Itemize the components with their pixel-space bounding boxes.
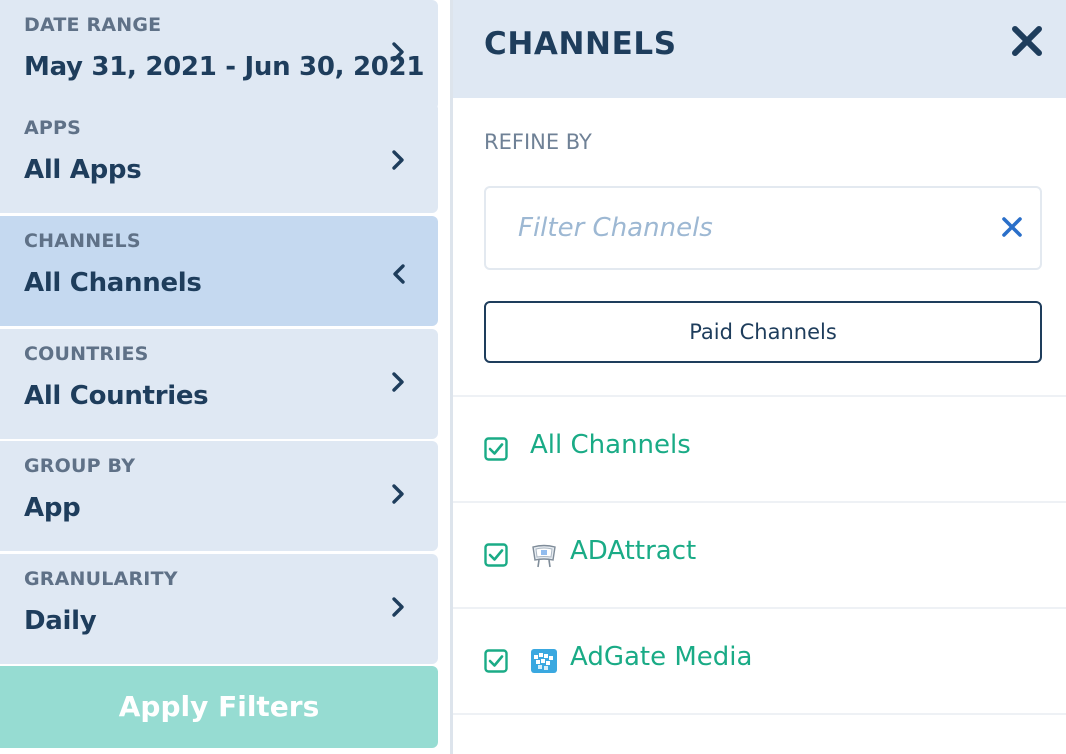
list-divider [453,713,1066,715]
chevron-right-icon [389,40,409,64]
filter-date-range[interactable]: DATE RANGE May 31, 2021 - Jun 30, 2021 [0,0,438,110]
channel-item-adattract[interactable]: ADAttract [453,503,1066,607]
channel-item-all-channels[interactable]: All Channels [453,397,1066,501]
filter-countries[interactable]: COUNTRIES All Countries [0,329,438,439]
checkbox-checked-icon[interactable] [484,649,508,673]
filter-value: All Apps [24,155,142,185]
channel-label: ADAttract [570,536,697,566]
chevron-right-icon [389,482,409,506]
filter-value: All Countries [24,381,209,411]
channel-label: All Channels [530,430,691,460]
filters-screen: DATE RANGE May 31, 2021 - Jun 30, 2021 A… [0,0,1066,754]
clear-icon[interactable] [1000,215,1024,239]
channel-label: AdGate Media [570,642,753,672]
chevron-right-icon [389,370,409,394]
filter-label: GROUP BY [24,455,136,477]
apply-filters-button[interactable]: Apply Filters [0,666,438,748]
chevron-right-icon [389,595,409,619]
adgate-media-logo-icon [530,647,558,675]
filter-label: COUNTRIES [24,343,149,365]
refine-by-label: REFINE BY [484,130,592,154]
panel-title: CHANNELS [484,26,677,62]
filter-value: Daily [24,606,97,636]
filter-sidebar: DATE RANGE May 31, 2021 - Jun 30, 2021 A… [0,0,438,754]
filter-apps[interactable]: APPS All Apps [0,103,438,213]
filter-label: DATE RANGE [24,14,162,36]
filter-label: APPS [24,117,82,139]
paid-channels-button[interactable]: Paid Channels [484,301,1042,363]
checkbox-checked-icon[interactable] [484,543,508,567]
chevron-left-icon [389,262,409,286]
checkbox-checked-icon[interactable] [484,437,508,461]
filter-value: All Channels [24,268,202,298]
filter-granularity[interactable]: GRANULARITY Daily [0,554,438,664]
chevron-right-icon [389,148,409,172]
filter-channels-input[interactable] [518,206,978,250]
filter-label: GRANULARITY [24,568,178,590]
adattract-logo-icon [530,541,558,569]
channel-item-adgate-media[interactable]: AdGate Media [453,609,1066,713]
filter-label: CHANNELS [24,230,141,252]
filter-value: May 31, 2021 - Jun 30, 2021 [24,52,425,82]
filter-channels-field [484,186,1042,270]
panel-header: CHANNELS [453,0,1066,98]
channels-panel: CHANNELS REFINE BY Paid Channels [453,0,1066,754]
close-icon[interactable] [1010,24,1044,58]
filter-channels[interactable]: CHANNELS All Channels [0,216,438,326]
filter-group-by[interactable]: GROUP BY App [0,441,438,551]
filter-value: App [24,493,81,523]
